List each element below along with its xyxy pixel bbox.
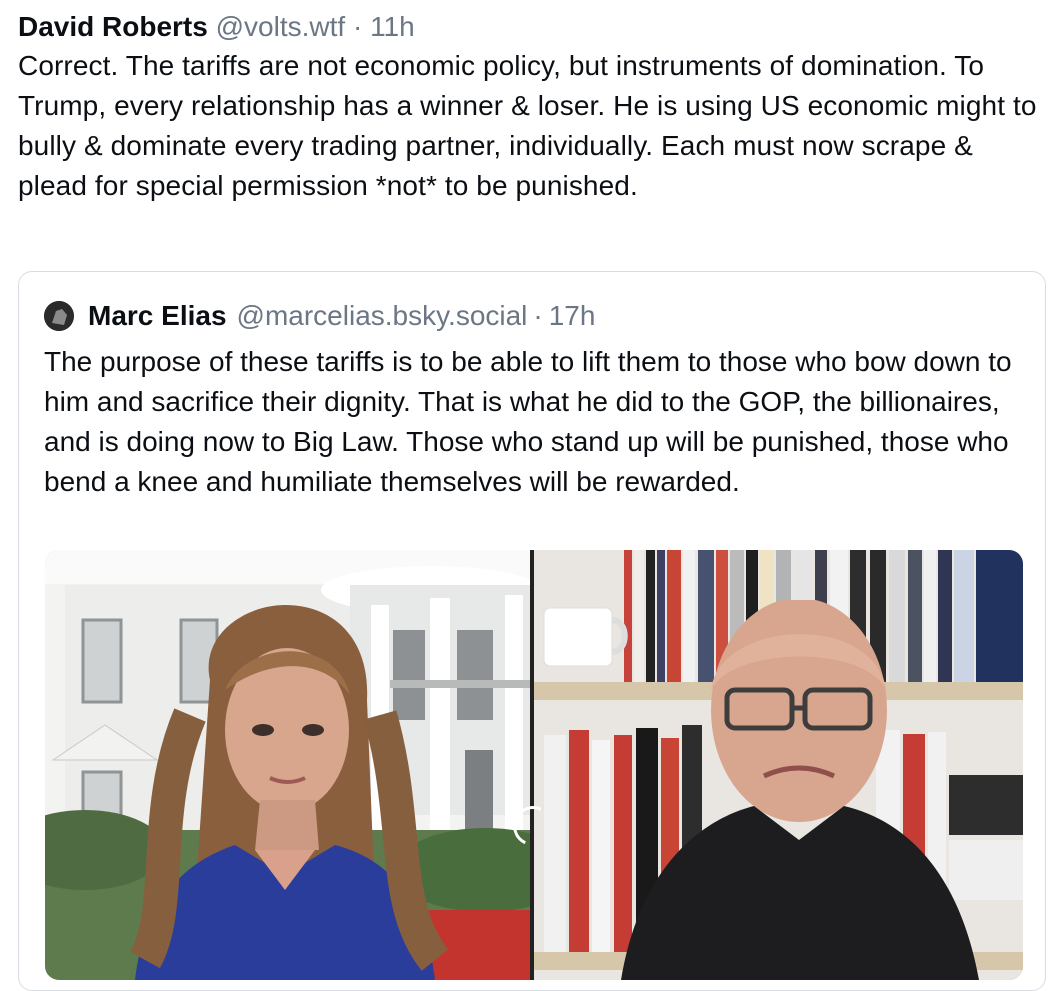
separator: · <box>352 11 363 42</box>
quote-text: The purpose of these tariffs is to be ab… <box>44 346 1012 497</box>
guest-image <box>621 600 979 980</box>
author-handle[interactable]: @volts.wtf <box>216 11 346 42</box>
quote-time[interactable]: 17h <box>549 296 596 336</box>
author-name[interactable]: David Roberts <box>18 11 208 42</box>
avatar[interactable] <box>44 301 74 331</box>
quote-header: Marc Elias @marcelias.bsky.social · 17h <box>44 296 595 336</box>
post-header: David Roberts @volts.wtf · 11h <box>18 8 1048 46</box>
quote-card[interactable]: Marc Elias @marcelias.bsky.social · 17h … <box>18 271 1046 991</box>
video-thumbnail[interactable] <box>45 550 1023 980</box>
right-video-pane <box>534 550 1023 980</box>
post: David Roberts @volts.wtf · 11h Correct. … <box>18 8 1048 206</box>
news-anchor-image <box>129 605 449 980</box>
post-time[interactable]: 11h <box>370 11 415 42</box>
left-video-pane <box>45 550 530 980</box>
separator: · <box>533 300 543 331</box>
post-text: Correct. The tariffs are not economic po… <box>18 50 1037 201</box>
quote-author-handle[interactable]: @marcelias.bsky.social <box>237 296 528 336</box>
quote-author-name[interactable]: Marc Elias <box>88 296 227 336</box>
